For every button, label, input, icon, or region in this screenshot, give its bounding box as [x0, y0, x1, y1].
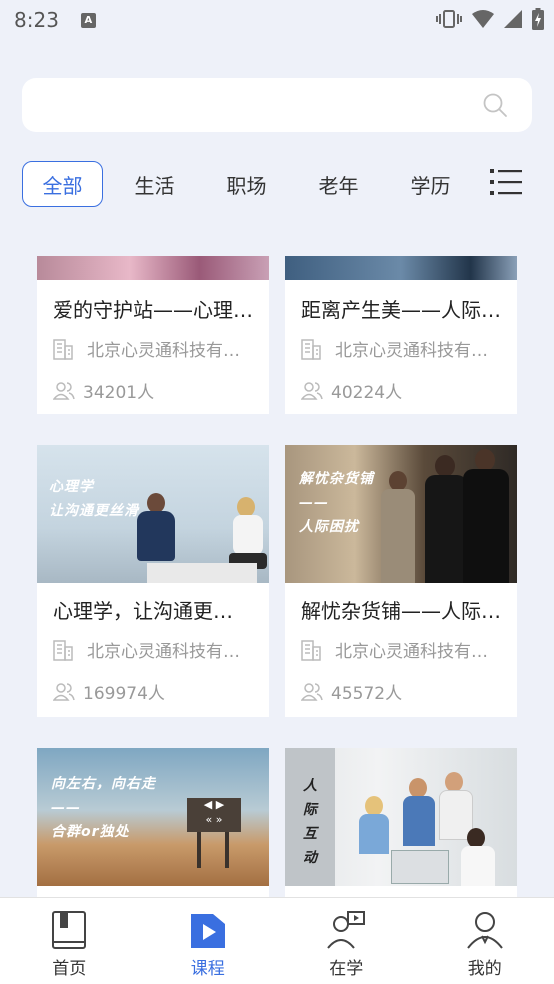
- nav-courses-label: 课程: [190, 959, 225, 979]
- category-tabs: 全部 生活 职场 老年 学历: [22, 160, 532, 208]
- nav-home[interactable]: 首页: [0, 898, 139, 984]
- people-icon: [53, 381, 75, 400]
- course-card[interactable]: ◀ ▶ « » 向左右，向右走 —— 合群or独处: [37, 748, 269, 897]
- course-org-name: 北京心灵通科技有…: [87, 642, 240, 662]
- course-learner-count: 34201人: [83, 383, 155, 403]
- thumbnail-caption: 心理学 让沟通更丝滑: [49, 479, 139, 519]
- book-icon: [52, 911, 87, 949]
- course-org: 北京心灵通科技有…: [53, 637, 263, 662]
- thumbnail-caption: 向左右，向右走 —— 合群or独处: [51, 776, 156, 840]
- course-org-name: 北京心灵通科技有…: [335, 341, 488, 361]
- course-title: 爱的守护站——心理…: [53, 298, 253, 322]
- category-menu-icon[interactable]: [490, 168, 522, 196]
- course-learners: 169974人: [53, 679, 165, 704]
- tab-life[interactable]: 生活: [114, 161, 195, 207]
- course-learners: 40224人: [301, 378, 402, 403]
- course-thumbnail: [285, 256, 517, 280]
- tab-all[interactable]: 全部: [22, 161, 103, 207]
- nav-courses[interactable]: 课程: [139, 898, 278, 984]
- course-title: 距离产生美——人际…: [301, 298, 501, 322]
- course-learners: 45572人: [301, 679, 402, 704]
- course-learner-count: 40224人: [331, 383, 403, 403]
- course-org-name: 北京心灵通科技有…: [87, 341, 240, 361]
- course-thumbnail: ◀ ▶ « » 向左右，向右走 —— 合群or独处: [37, 748, 269, 886]
- building-icon: [53, 639, 73, 661]
- course-card[interactable]: 解忧杂货铺 —— 人际困扰 解忧杂货铺——人际… 北京心灵通科技有… 45572…: [285, 445, 517, 717]
- course-card[interactable]: 距离产生美——人际… 北京心灵通科技有… 40224人: [285, 256, 517, 414]
- search-icon[interactable]: [482, 92, 508, 118]
- course-learners: 34201人: [53, 378, 154, 403]
- wifi-icon: [472, 10, 494, 28]
- course-thumbnail: 解忧杂货铺 —— 人际困扰: [285, 445, 517, 583]
- tab-workplace[interactable]: 职场: [206, 161, 287, 207]
- course-title: 心理学，让沟通更…: [53, 599, 233, 623]
- battery-charging-icon: [532, 8, 544, 30]
- course-org: 北京心灵通科技有…: [301, 637, 511, 662]
- course-card[interactable]: 爱的守护站——心理… 北京心灵通科技有… 34201人: [37, 256, 269, 414]
- nav-learning-label: 在学: [329, 959, 364, 979]
- vibrate-icon: [436, 10, 462, 28]
- profile-icon: [466, 912, 503, 949]
- course-card[interactable]: 心理学 让沟通更丝滑 心理学，让沟通更… 北京心灵通科技有… 169974人: [37, 445, 269, 717]
- nav-home-label: 首页: [52, 959, 87, 979]
- course-org: 北京心灵通科技有…: [53, 336, 263, 361]
- course-card[interactable]: 人 际 互 动: [285, 748, 517, 897]
- nav-profile[interactable]: 我的: [416, 898, 554, 984]
- building-icon: [301, 639, 321, 661]
- course-learner-count: 169974人: [83, 684, 165, 704]
- nav-profile-label: 我的: [467, 959, 502, 979]
- course-org-name: 北京心灵通科技有…: [335, 642, 488, 662]
- course-org: 北京心灵通科技有…: [301, 336, 511, 361]
- learning-person-icon: [327, 911, 366, 949]
- thumbnail-caption: 人 际 互 动: [303, 778, 318, 866]
- play-folder-icon: [190, 914, 225, 948]
- course-title: 解忧杂货铺——人际…: [301, 599, 501, 623]
- search-input[interactable]: [22, 78, 532, 132]
- tab-education[interactable]: 学历: [390, 161, 471, 207]
- course-thumbnail: 人 际 互 动: [285, 748, 517, 886]
- status-time: 8:23: [14, 8, 59, 32]
- people-icon: [301, 682, 323, 701]
- status-icons: [436, 8, 544, 30]
- course-thumbnail: [37, 256, 269, 280]
- course-thumbnail: 心理学 让沟通更丝滑: [37, 445, 269, 583]
- status-bar: 8:23 A: [0, 0, 554, 40]
- signal-icon: [504, 10, 522, 28]
- people-icon: [53, 682, 75, 701]
- building-icon: [53, 338, 73, 360]
- notification-a-icon: A: [80, 12, 96, 28]
- building-icon: [301, 338, 321, 360]
- thumbnail-caption: 解忧杂货铺 —— 人际困扰: [299, 471, 374, 535]
- nav-learning[interactable]: 在学: [277, 898, 416, 984]
- tab-elderly[interactable]: 老年: [298, 161, 379, 207]
- people-icon: [301, 381, 323, 400]
- course-learner-count: 45572人: [331, 684, 403, 704]
- bottom-navigation: 首页 课程 在学 我的: [0, 897, 554, 984]
